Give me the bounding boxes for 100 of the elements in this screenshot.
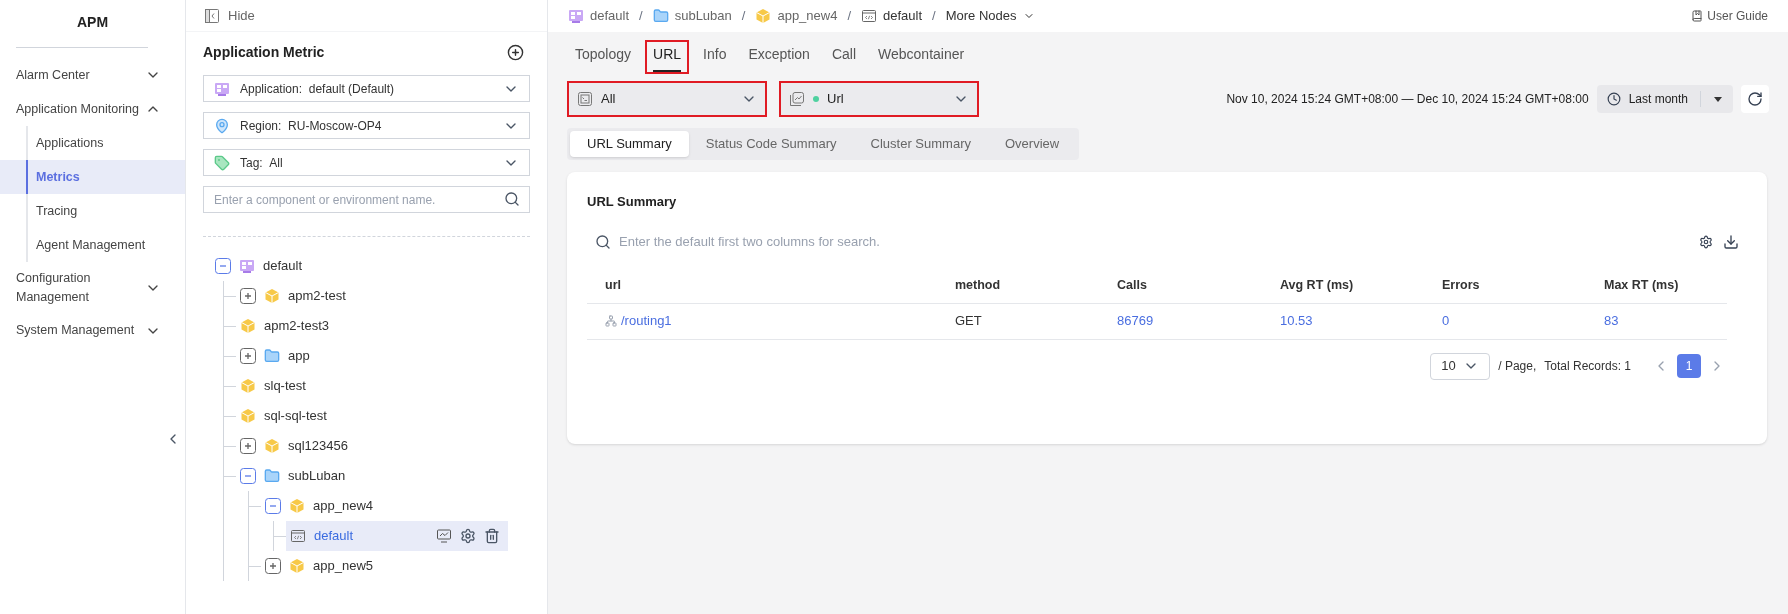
settings-icon[interactable]: [460, 528, 476, 544]
tree-item[interactable]: subLuban: [236, 461, 354, 491]
grid-icon: [214, 80, 230, 97]
tab[interactable]: Topology: [567, 40, 640, 74]
breadcrumb-item[interactable]: app_new4: [755, 6, 838, 26]
cube-icon: [289, 498, 305, 514]
map-pin-icon: [214, 117, 230, 134]
tab[interactable]: URL: [645, 40, 690, 74]
nav-group[interactable]: Configuration Management: [0, 262, 185, 314]
filter-select[interactable]: Tag: All: [203, 149, 530, 176]
hide-label[interactable]: Hide: [228, 5, 255, 26]
subtab[interactable]: URL Summary: [570, 131, 689, 157]
page-size-select[interactable]: 10: [1430, 352, 1491, 380]
time-range-text: Nov 10, 2024 15:24 GMT+08:00 — Dec 10, 2024 15:24 GMT+08:00: [1226, 91, 1589, 108]
nav-item[interactable]: Tracing: [0, 194, 185, 228]
user-guide-link[interactable]: User Guide: [1691, 7, 1768, 25]
table-link[interactable]: 86769: [1117, 311, 1154, 331]
table-search-field[interactable]: Enter the default first two columns for search.: [619, 231, 1699, 252]
nav-group[interactable]: System Management: [0, 313, 185, 348]
tab[interactable]: Info: [695, 40, 735, 74]
column-header: url: [605, 276, 621, 294]
code-window-icon: [861, 8, 878, 24]
table-cell-text: GET: [955, 312, 982, 331]
download-icon[interactable]: [1723, 233, 1739, 250]
tree-item[interactable]: slq-test: [236, 371, 314, 401]
table-link[interactable]: /routing1: [621, 311, 672, 331]
panel-collapse-icon[interactable]: [204, 7, 220, 24]
book-icon: [1691, 10, 1704, 22]
tab[interactable]: Call: [823, 40, 865, 74]
terminal-icon: [577, 91, 593, 107]
dropdown-select[interactable]: Url: [779, 81, 979, 117]
page-number[interactable]: 1: [1677, 354, 1701, 378]
panel-title: Application Metric: [203, 43, 325, 62]
collapse-toggle[interactable]: [215, 258, 231, 274]
app-title: APM: [76, 13, 109, 32]
cube-icon: [264, 288, 280, 304]
card-title: URL Summary: [587, 193, 678, 211]
column-header: method: [955, 276, 1001, 294]
branch-icon: [605, 315, 617, 327]
table-link[interactable]: 0: [1442, 311, 1450, 331]
tree-item[interactable]: apm2-test3: [236, 311, 338, 341]
breadcrumb-item[interactable]: default: [568, 6, 630, 26]
breadcrumb-separator: /: [639, 7, 643, 26]
tree-item[interactable]: sql123456: [236, 431, 356, 461]
chart-windows-icon: [789, 91, 805, 107]
breadcrumb-separator: /: [847, 7, 852, 26]
search-icon: [595, 233, 611, 250]
nav-group[interactable]: Alarm Center: [0, 58, 185, 92]
code-window-icon: [290, 528, 306, 544]
collapse-toggle[interactable]: [265, 498, 281, 514]
tree-item[interactable]: default: [211, 251, 311, 281]
expand-toggle[interactable]: [240, 438, 256, 454]
breadcrumb-separator: /: [741, 7, 746, 26]
column-header: Errors: [1442, 276, 1480, 294]
folder-icon: [264, 348, 280, 364]
dropdown-select[interactable]: All: [567, 81, 767, 117]
settings-icon[interactable]: [1699, 234, 1713, 249]
tree-item[interactable]: app_new5: [261, 551, 381, 581]
nav-group[interactable]: Application Monitoring: [0, 92, 185, 126]
nav-item[interactable]: Metrics: [0, 160, 185, 194]
subtab[interactable]: Overview: [987, 131, 1077, 157]
chart-monitor-icon[interactable]: [436, 528, 452, 544]
expand-toggle[interactable]: [240, 348, 256, 364]
search-icon: [504, 191, 520, 207]
delete-icon[interactable]: [484, 528, 500, 544]
breadcrumb-item[interactable]: subLuban: [652, 6, 732, 26]
refresh-button[interactable]: [1741, 85, 1769, 113]
folder-icon: [264, 468, 280, 484]
breadcrumb-item[interactable]: More Nodes: [945, 6, 1035, 26]
search-field[interactable]: Enter a component or environment name.: [203, 186, 530, 213]
cube-icon: [264, 438, 280, 454]
tree-item[interactable]: app: [236, 341, 318, 371]
collapse-toggle[interactable]: [240, 468, 256, 484]
tree-item[interactable]: default: [286, 521, 508, 551]
time-preset-select[interactable]: Last month: [1596, 85, 1733, 113]
breadcrumb-item[interactable]: default: [861, 6, 923, 26]
tree-item[interactable]: app_new4: [261, 491, 381, 521]
column-header: Calls: [1117, 276, 1147, 294]
tab[interactable]: Exception: [740, 40, 818, 74]
table-link[interactable]: 10.53: [1280, 311, 1313, 331]
dropdown-triangle-icon: [1713, 94, 1723, 104]
tab[interactable]: Webcontainer: [870, 40, 973, 74]
table-link[interactable]: 83: [1604, 311, 1619, 331]
cube-icon: [755, 8, 772, 24]
expand-toggle[interactable]: [240, 288, 256, 304]
per-page-label: / Page,: [1498, 358, 1537, 375]
clock-icon: [1606, 92, 1621, 106]
expand-toggle[interactable]: [265, 558, 281, 574]
total-records: Total Records: 1: [1544, 358, 1631, 375]
tree-item[interactable]: sql-sql-test: [236, 401, 335, 431]
refresh-icon: [1747, 91, 1763, 107]
nav-item[interactable]: Agent Management: [0, 228, 185, 262]
filter-select[interactable]: Application: default (Default): [203, 75, 530, 102]
subtab[interactable]: Status Code Summary: [688, 131, 854, 157]
cube-icon: [240, 378, 256, 394]
filter-select[interactable]: Region: RU-Moscow-OP4: [203, 112, 530, 139]
subtab[interactable]: Cluster Summary: [853, 131, 988, 157]
add-icon[interactable]: [507, 44, 524, 61]
cube-icon: [240, 408, 256, 424]
tree-item[interactable]: apm2-test: [236, 281, 354, 311]
